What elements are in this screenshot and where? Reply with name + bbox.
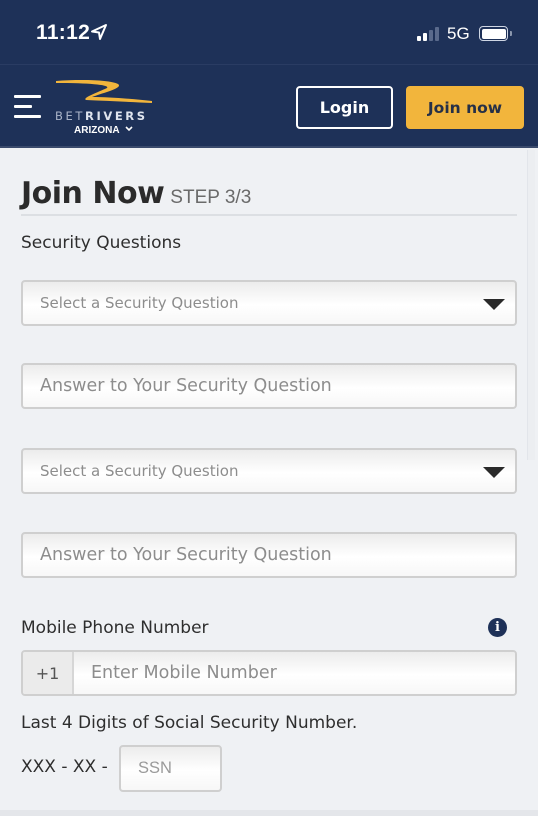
status-time: 11:12: [36, 21, 91, 44]
country-code: +1: [23, 652, 74, 694]
battery-tip: [510, 31, 512, 36]
signal-strength-icon: [417, 27, 439, 41]
info-icon[interactable]: i: [488, 618, 507, 637]
betrivers-logo[interactable]: BETRIVERS ARIZONA: [52, 79, 156, 139]
hamburger-menu-icon[interactable]: [14, 95, 42, 119]
security-answer-2-placeholder: Answer to Your Security Question: [40, 545, 332, 565]
security-question-1-placeholder: Select a Security Question: [40, 294, 239, 312]
security-question-1-select[interactable]: Select a Security Question: [21, 280, 517, 326]
site-header: BETRIVERS ARIZONA Login Join now: [0, 64, 538, 148]
security-answer-1-input[interactable]: Answer to Your Security Question: [21, 363, 517, 409]
mobile-number-placeholder: Enter Mobile Number: [91, 663, 277, 683]
brand-name: BETRIVERS: [55, 109, 148, 123]
state-selector[interactable]: ARIZONA: [74, 125, 133, 136]
brand-bet: BET: [55, 109, 85, 123]
page-title-main: Join Now: [21, 176, 165, 211]
river-swoosh-icon: [56, 80, 152, 103]
ssn-input[interactable]: SSN: [119, 745, 222, 792]
page-title: Join Now STEP 3/3: [21, 176, 251, 211]
mobile-number-input[interactable]: Enter Mobile Number: [74, 652, 515, 694]
security-question-2-placeholder: Select a Security Question: [40, 462, 239, 480]
brand-rivers: RIVERS: [84, 109, 148, 123]
title-divider: [21, 214, 517, 216]
caret-down-icon: [483, 467, 505, 478]
security-questions-label: Security Questions: [21, 233, 182, 253]
security-question-2-select[interactable]: Select a Security Question: [21, 448, 517, 494]
bottom-edge: [0, 810, 538, 816]
chevron-down-icon: [125, 126, 133, 132]
network-type: 5G: [447, 24, 470, 43]
caret-down-icon: [483, 299, 505, 310]
login-button[interactable]: Login: [296, 86, 393, 129]
state-label: ARIZONA: [74, 125, 120, 136]
mobile-phone-label: Mobile Phone Number: [21, 618, 209, 638]
ssn-mask-prefix: XXX - XX -: [21, 757, 108, 777]
security-answer-1-placeholder: Answer to Your Security Question: [40, 376, 332, 396]
join-now-button[interactable]: Join now: [406, 86, 524, 129]
step-indicator: STEP 3/3: [170, 187, 252, 208]
scrollbar[interactable]: [527, 150, 535, 460]
mobile-phone-field: +1 Enter Mobile Number: [21, 650, 517, 696]
status-bar: 11:12 5G: [0, 0, 538, 64]
ssn-placeholder: SSN: [138, 759, 172, 777]
ssn-label: Last 4 Digits of Social Security Number.: [21, 713, 358, 733]
location-arrow-icon: [91, 24, 107, 40]
security-answer-2-input[interactable]: Answer to Your Security Question: [21, 532, 517, 578]
battery-icon: [479, 26, 508, 41]
